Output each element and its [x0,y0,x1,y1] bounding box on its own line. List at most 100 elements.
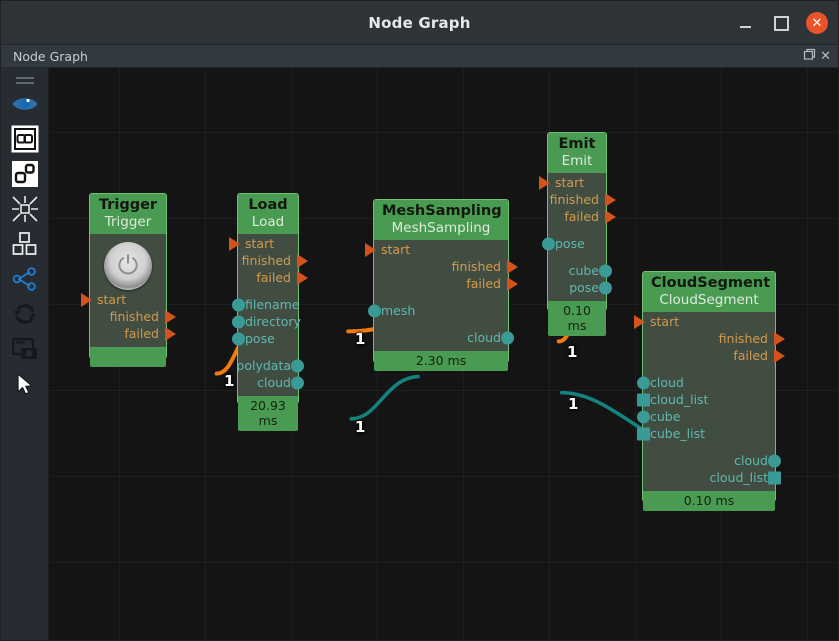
node-timing-footer: 2.30 ms [374,350,508,371]
exec-port-pin[interactable] [297,254,308,269]
node-header[interactable]: Emit Emit [548,133,606,173]
port-out-finished[interactable]: finished [643,331,785,348]
list-port-pin[interactable] [637,427,650,441]
node-meshsampling[interactable]: MeshSampling MeshSampling start finished fai… [365,199,518,371]
port-in-pose[interactable]: pose [542,236,606,253]
port-out-cloud[interactable]: cloud [238,375,304,392]
node-header[interactable]: CloudSegment CloudSegment [643,272,775,312]
port-label: finished [718,331,768,347]
port-in-start[interactable]: start [539,175,606,192]
port-out-cloud_list[interactable]: cloud_list [643,470,781,487]
toolbar-item-node-shape[interactable] [7,156,43,191]
port-in-start[interactable]: start [229,236,298,253]
port-out-failed[interactable]: failed [548,209,616,226]
list-port-pin[interactable] [768,471,781,485]
port-out-cloud[interactable]: cloud [643,453,781,470]
toolbar-item-graph-network[interactable] [7,261,43,296]
port-out-cloud[interactable]: cloud [374,330,514,347]
toolbar-item-pointer[interactable] [7,366,43,401]
data-port-pin[interactable] [291,359,304,373]
data-port-pin[interactable] [501,331,514,345]
edge-count-label: 1 [567,343,578,361]
close-button[interactable]: ✕ [806,12,828,34]
exec-port-pin[interactable] [774,349,785,364]
exec-port-pin[interactable] [81,293,92,308]
maximize-button[interactable] [770,12,792,34]
exec-port-pin[interactable] [774,332,785,347]
edge-e3[interactable] [349,374,420,421]
exec-port-pin[interactable] [634,315,645,330]
port-label: failed [256,270,291,286]
drag-handle-icon[interactable] [15,74,34,86]
data-port-pin[interactable] [232,315,245,329]
node-header[interactable]: Trigger Trigger [90,194,166,234]
minimize-button[interactable] [734,12,756,34]
exec-port-pin[interactable] [605,210,616,225]
port-in-start[interactable]: start [365,242,508,259]
port-out-failed[interactable]: failed [238,270,308,287]
port-spacer [238,348,298,358]
exec-port-pin[interactable] [507,277,518,292]
exec-port-pin[interactable] [229,237,240,252]
float-icon[interactable] [802,48,817,64]
port-out-failed[interactable]: failed [90,326,176,343]
data-port-pin[interactable] [768,454,781,468]
port-out-finished[interactable]: finished [548,192,616,209]
exec-port-pin[interactable] [507,260,518,275]
port-out-failed[interactable]: failed [374,276,518,293]
port-in-start[interactable]: start [81,292,166,309]
exec-port-pin[interactable] [297,271,308,286]
node-cloudsegment[interactable]: CloudSegment CloudSegment start finished fai… [634,271,785,511]
node-load[interactable]: Load Load start finished failed filename direc… [229,193,308,431]
node-subtitle: MeshSampling [391,219,491,236]
port-label: filename [245,297,300,313]
node-emit[interactable]: Emit Emit start finished failed pose cube pose 0… [539,132,616,336]
port-out-cube[interactable]: cube [548,263,612,280]
dock-close-icon[interactable]: ✕ [819,50,832,63]
dock-tab-label[interactable]: Node Graph [13,49,802,64]
port-label: directory [245,314,301,330]
node-header[interactable]: MeshSampling MeshSampling [374,200,508,240]
port-in-mesh[interactable]: mesh [368,303,508,320]
node-header[interactable]: Load Load [238,194,298,234]
exec-port-pin[interactable] [165,327,176,342]
graph-canvas[interactable]: 1111111 TriggerTrigger⏻startfinishedfail… [49,68,838,640]
port-in-start[interactable]: start [634,314,775,331]
data-port-pin[interactable] [368,304,381,318]
data-port-pin[interactable] [599,281,612,295]
toolbar-item-layout-grid[interactable] [7,226,43,261]
port-in-pose[interactable]: pose [232,331,298,348]
port-out-finished[interactable]: finished [90,309,176,326]
port-label: start [381,242,411,258]
data-port-pin[interactable] [542,237,555,251]
port-in-cloud[interactable]: cloud [637,375,775,392]
toolbar-item-collapse-center[interactable] [7,191,43,226]
exec-port-pin[interactable] [165,310,176,325]
port-out-pose[interactable]: pose [548,280,612,297]
port-in-filename[interactable]: filename [232,297,300,314]
exec-port-pin[interactable] [605,193,616,208]
port-out-finished[interactable]: finished [374,259,518,276]
port-out-failed[interactable]: failed [643,348,785,365]
data-port-pin[interactable] [637,376,650,390]
port-in-cube[interactable]: cube [637,409,775,426]
data-port-pin[interactable] [232,332,245,346]
exec-port-pin[interactable] [365,243,376,258]
port-out-finished[interactable]: finished [238,253,308,270]
power-button-widget[interactable]: ⏻ [104,241,152,290]
data-port-pin[interactable] [637,410,650,424]
toolbar-item-screenshot[interactable] [7,331,43,366]
toolbar-item-refresh[interactable] [7,296,43,331]
port-out-polydata[interactable]: polydata [236,358,304,375]
port-in-cube_list[interactable]: cube_list [637,426,775,443]
node-trigger[interactable]: Trigger Trigger ⏻ start finished failed [81,193,176,367]
data-port-pin[interactable] [291,376,304,390]
toolbar-item-visibility[interactable] [7,86,43,121]
data-port-pin[interactable] [599,264,612,278]
exec-port-pin[interactable] [539,176,550,191]
toolbar-item-frame-selection[interactable] [7,121,43,156]
port-in-cloud_list[interactable]: cloud_list [637,392,775,409]
data-port-pin[interactable] [232,298,245,312]
list-port-pin[interactable] [637,393,650,407]
port-in-directory[interactable]: directory [232,314,301,331]
